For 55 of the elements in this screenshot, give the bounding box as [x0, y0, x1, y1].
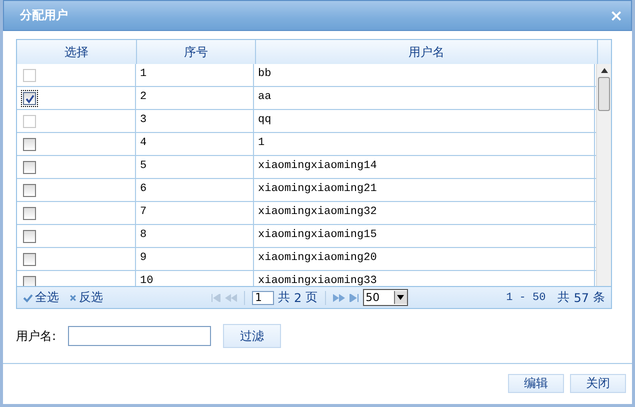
username-field[interactable] [68, 326, 212, 346]
cross-icon [69, 294, 77, 302]
checkbox[interactable] [23, 230, 36, 243]
select-all-button[interactable]: 全选 [23, 289, 59, 306]
checkbox[interactable] [23, 92, 36, 105]
range-text: 1 - 50 [506, 292, 546, 304]
table-cell: 9 [140, 252, 147, 264]
page-total-label: 共 [278, 289, 290, 306]
table-cell: 7 [140, 206, 147, 218]
checkbox[interactable] [23, 276, 36, 286]
table-cell: xiaomingxiaoming20 [258, 252, 377, 264]
table-cell: 1 [140, 68, 147, 80]
next-page-icon[interactable] [332, 294, 345, 302]
table-cell: xiaomingxiaoming21 [258, 183, 377, 195]
last-page-icon[interactable] [348, 294, 359, 302]
table-cell: xiaomingxiaoming32 [258, 206, 377, 218]
table-cell: xiaomingxiaoming15 [258, 229, 377, 241]
window-title: 分配用户 [20, 7, 68, 24]
checkbox[interactable] [23, 207, 36, 220]
field-label: 用户名: [16, 328, 56, 344]
column-header[interactable]: 选择 [17, 40, 137, 64]
invert-selection-button[interactable]: 反选 [69, 289, 103, 306]
table-cell: bb [258, 68, 272, 80]
column-header[interactable]: 序号 [137, 40, 256, 64]
scroll-up-icon[interactable] [600, 68, 608, 73]
scroll-thumb[interactable] [598, 77, 610, 111]
table-cell: 4 [140, 137, 147, 149]
page-unit-label: 页 [306, 289, 318, 306]
table-cell: 8 [140, 229, 147, 241]
page-count: 2 [294, 290, 302, 304]
close-button[interactable]: 关闭 [570, 374, 626, 393]
scrollbar[interactable] [596, 64, 611, 286]
table-cell: 5 [140, 160, 147, 172]
filter-button[interactable]: 过滤 [223, 324, 282, 348]
page-input[interactable]: 1 [252, 290, 274, 304]
table-cell: aa [258, 91, 272, 103]
table-cell: xiaomingxiaoming33 [258, 275, 377, 286]
checkbox[interactable] [23, 138, 36, 151]
table-cell: 6 [140, 183, 147, 195]
table-cell: 3 [140, 114, 147, 126]
table-cell: 1 [258, 137, 265, 149]
table-cell: 2 [140, 91, 147, 103]
record-total-label: 共 [558, 289, 570, 306]
record-unit-label: 条 [593, 289, 605, 306]
checkbox[interactable] [23, 184, 36, 197]
table-cell: qq [258, 114, 272, 126]
edit-button[interactable]: 编辑 [508, 374, 564, 393]
dropdown-arrow-icon [397, 295, 404, 300]
record-count: 57 [574, 290, 589, 304]
checkbox[interactable] [23, 161, 36, 174]
table-cell: 10 [140, 275, 154, 286]
page-size-select[interactable]: 50 [362, 289, 408, 306]
checkbox[interactable] [23, 253, 36, 266]
checkmark-icon [23, 292, 33, 302]
table-cell: xiaomingxiaoming14 [258, 160, 377, 172]
